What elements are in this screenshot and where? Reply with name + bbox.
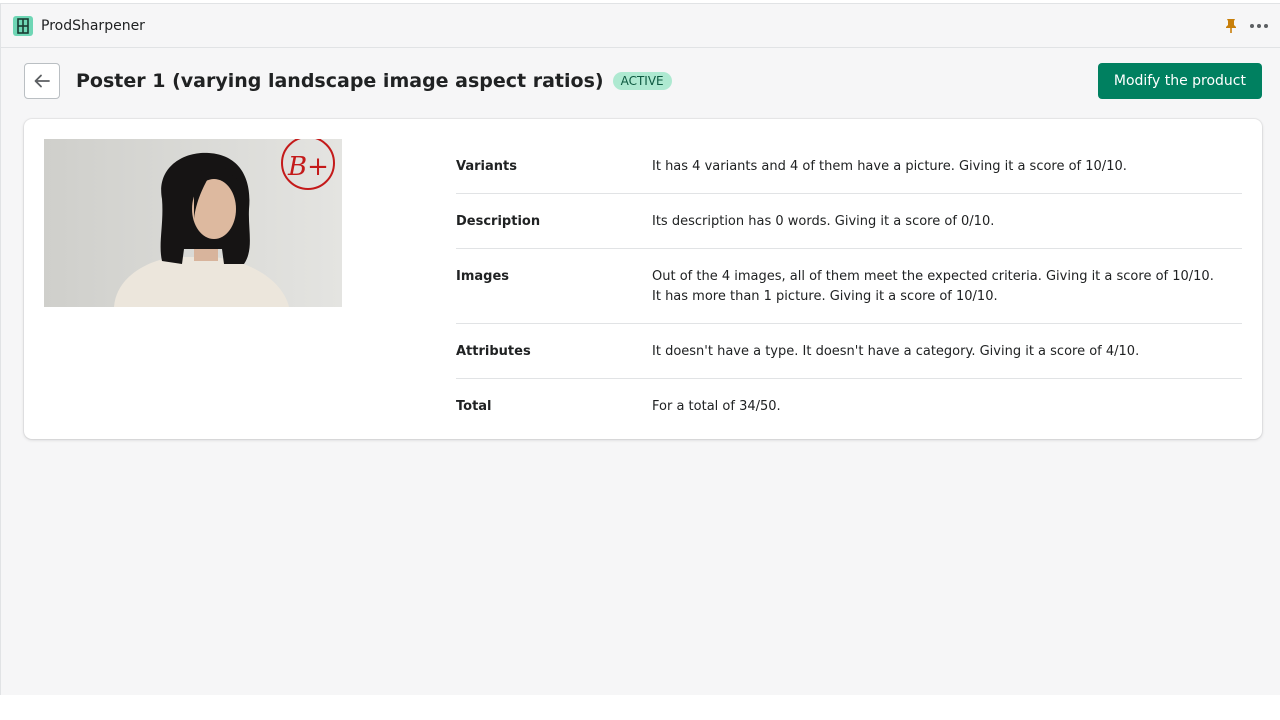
app-topbar: ProdSharpener <box>1 4 1280 48</box>
back-button[interactable] <box>24 63 60 99</box>
product-score-card: B+ Variants It has 4 variants and 4 of th… <box>24 119 1262 439</box>
score-row-label: Description <box>456 214 541 229</box>
page-header: Poster 1 (varying landscape image aspect… <box>24 63 1262 99</box>
product-image: B+ <box>44 139 342 307</box>
arrow-left-icon <box>34 74 50 88</box>
score-row-label: Total <box>456 399 492 414</box>
score-line: It doesn't have a type. It doesn't have … <box>652 344 1140 359</box>
score-row-attributes: Attributes It doesn't have a type. It doe… <box>456 324 1242 379</box>
score-table: Variants It has 4 variants and 4 of them … <box>456 139 1242 433</box>
score-row-variants: Variants It has 4 variants and 4 of them … <box>456 139 1242 194</box>
score-row-description: Description Its description has 0 words. … <box>456 194 1242 249</box>
score-row-value: It doesn't have a type. It doesn't have … <box>652 342 1242 362</box>
score-row-label: Images <box>456 269 510 284</box>
score-line: It has 4 variants and 4 of them have a p… <box>652 159 1127 174</box>
status-badge: ACTIVE <box>612 72 672 90</box>
score-row-label: Variants <box>456 159 517 174</box>
score-line: For a total of 34/50. <box>652 399 781 414</box>
score-line: Out of the 4 images, all of them meet th… <box>652 269 1214 284</box>
more-horizontal-icon[interactable] <box>1250 23 1268 28</box>
page-title: Poster 1 (varying landscape image aspect… <box>76 70 604 92</box>
score-row-value: Its description has 0 words. Giving it a… <box>652 212 1242 232</box>
score-row-label: Attributes <box>456 344 531 359</box>
app-logo-icon <box>13 15 33 36</box>
score-line: It has more than 1 picture. Giving it a … <box>652 289 998 304</box>
app-name: ProdSharpener <box>41 17 145 34</box>
score-row-images: Images Out of the 4 images, all of them m… <box>456 249 1242 324</box>
grade-mark: B+ <box>287 152 329 182</box>
score-line: Its description has 0 words. Giving it a… <box>652 214 995 229</box>
score-row-value: For a total of 34/50. <box>652 397 1242 417</box>
score-row-value: Out of the 4 images, all of them meet th… <box>652 267 1242 307</box>
score-row-total: Total For a total of 34/50. <box>456 379 1242 433</box>
pin-icon[interactable] <box>1224 18 1238 34</box>
modify-product-button[interactable]: Modify the product <box>1097 63 1262 99</box>
score-row-value: It has 4 variants and 4 of them have a p… <box>652 157 1242 177</box>
